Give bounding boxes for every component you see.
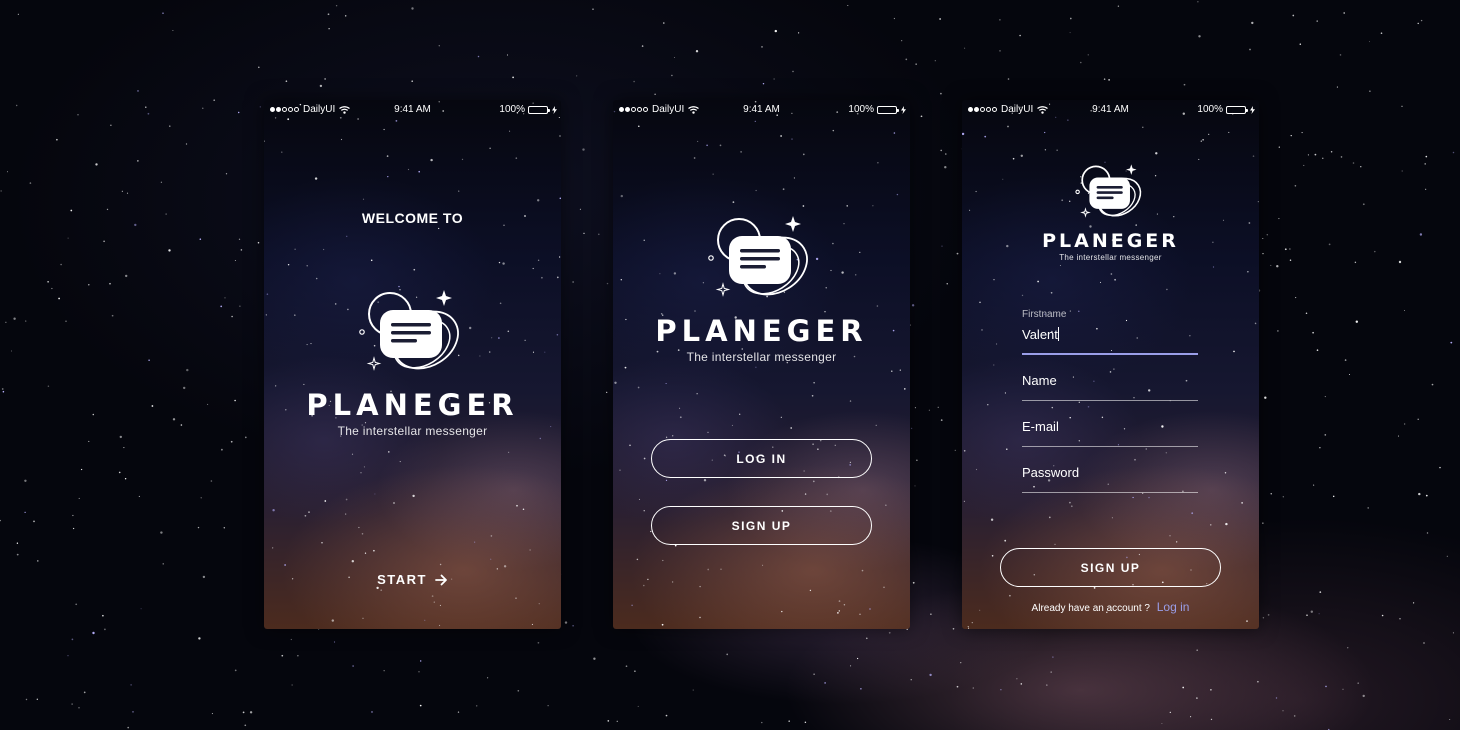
login-choice-screen: DailyUI 9:41 AM 100% PLANEGER The inters… <box>613 100 910 629</box>
charging-bolt-icon <box>1250 105 1255 114</box>
status-bar: DailyUI 9:41 AM 100% <box>613 100 910 120</box>
field-underline <box>1022 492 1198 493</box>
start-label: START <box>377 572 427 587</box>
brand-tagline: The interstellar messenger <box>337 424 488 438</box>
signup-button[interactable]: SIGN UP <box>651 506 872 545</box>
brand-tagline: The interstellar messenger <box>1059 253 1162 262</box>
status-bar: DailyUI 9:41 AM 100% <box>264 100 561 120</box>
name-placeholder: Name <box>1022 373 1057 388</box>
battery-icon <box>528 105 550 114</box>
brand-wordmark: PLANEGER <box>306 388 519 422</box>
start-button[interactable]: START <box>264 572 561 587</box>
battery-icon <box>1226 105 1248 114</box>
status-bar: DailyUI 9:41 AM 100% <box>962 100 1259 120</box>
email-field[interactable]: E-mail <box>1022 401 1198 447</box>
text-caret <box>1057 327 1059 341</box>
charging-bolt-icon <box>901 105 906 114</box>
signup-submit-button[interactable]: SIGN UP <box>1000 548 1221 587</box>
password-placeholder: Password <box>1022 465 1080 480</box>
name-field[interactable]: Name <box>1022 355 1198 401</box>
login-prompt: Already have an account ? Log in <box>962 600 1259 614</box>
battery-icon <box>877 105 899 114</box>
phone-starfield <box>613 100 906 626</box>
battery-percent: 100% <box>848 104 874 115</box>
battery-percent: 100% <box>1197 104 1223 115</box>
signup-screen: DailyUI 9:41 AM 100% PLANEGER The inters… <box>962 100 1259 629</box>
battery-percent: 100% <box>499 104 525 115</box>
firstname-value-wrap: Valent <box>1022 327 1059 342</box>
email-placeholder: E-mail <box>1022 419 1059 434</box>
welcome-screen: DailyUI 9:41 AM 100% WELCOME TO PLANEGER… <box>264 100 561 629</box>
planeger-logo-icon <box>359 290 459 371</box>
brand-wordmark: PLANEGER <box>1042 230 1179 252</box>
login-button[interactable]: LOG IN <box>651 439 872 478</box>
account-prompt-text: Already have an account ? <box>1031 603 1150 614</box>
brand-tagline: The interstellar messenger <box>686 350 837 364</box>
charging-bolt-icon <box>552 105 557 114</box>
firstname-value: Valent <box>1022 327 1058 342</box>
arrow-right-icon <box>435 574 447 585</box>
firstname-field[interactable]: Firstname Valent <box>1022 309 1198 355</box>
password-field[interactable]: Password <box>1022 447 1198 493</box>
welcome-title: WELCOME TO <box>361 210 464 226</box>
firstname-label: Firstname <box>1022 309 1067 320</box>
brand-wordmark: PLANEGER <box>655 314 868 348</box>
login-link[interactable]: Log in <box>1157 600 1190 614</box>
planeger-logo-icon <box>708 216 808 297</box>
planeger-logo-icon <box>1075 164 1142 218</box>
